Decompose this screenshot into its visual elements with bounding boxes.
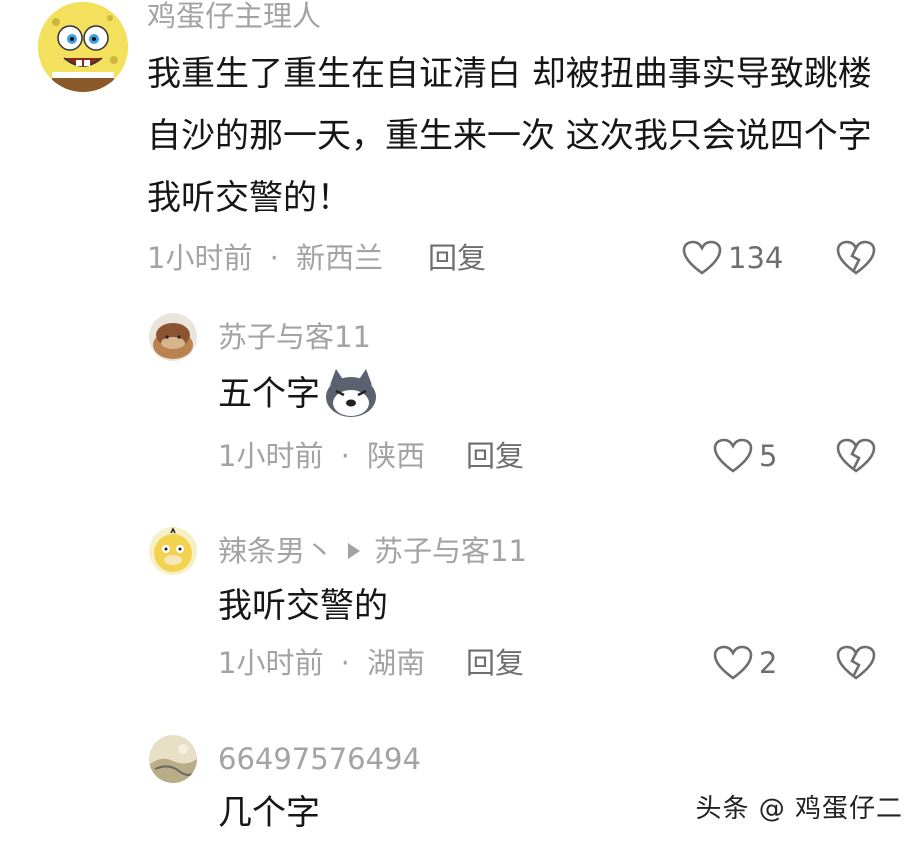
comment-meta: 1小时前 · 陕西: [218, 442, 425, 471]
cat-avatar[interactable]: [149, 313, 197, 361]
heart-icon: [682, 240, 722, 275]
reply-button[interactable]: 回复: [428, 244, 486, 273]
like-count: 5: [759, 438, 778, 473]
comment-username[interactable]: 鸡蛋仔主理人: [147, 2, 321, 31]
comment-content: 我听交警的: [218, 586, 388, 626]
comment-content: 我重生了重生在自证清白 却被扭曲事实导致跳楼自沙的那一天，重生来一次 这次我只会…: [147, 54, 872, 218]
comment-content: 几个字: [218, 793, 320, 833]
reply-arrow-icon: [348, 543, 361, 559]
comment-meta: 1小时前 · 新西兰: [147, 244, 383, 273]
comment-time: 1小时前: [218, 646, 324, 680]
like-button[interactable]: 5: [713, 438, 777, 474]
comment-username: 辣条男丶 苏子与客11: [218, 537, 527, 566]
comment-username[interactable]: 苏子与客11: [218, 323, 371, 352]
meta-separator: ·: [340, 439, 350, 473]
comment-username[interactable]: 66497576494: [218, 745, 421, 774]
heart-icon: [713, 438, 753, 473]
comment-time: 1小时前: [218, 439, 324, 473]
heart-icon: [713, 645, 753, 680]
like-button[interactable]: 134: [682, 240, 783, 276]
comment-meta: 1小时前 · 湖南: [218, 649, 425, 678]
comment-location: 新西兰: [296, 241, 384, 275]
like-count: 2: [759, 645, 778, 680]
reply-author[interactable]: 辣条男丶: [218, 534, 334, 568]
broken-heart-icon: [836, 240, 876, 275]
spongebob-avatar[interactable]: [38, 2, 128, 92]
watermark: 头条 @ 鸡蛋仔二: [695, 794, 903, 824]
like-count: 134: [728, 240, 784, 275]
dislike-button[interactable]: [836, 240, 876, 280]
reply-button[interactable]: 回复: [466, 649, 524, 678]
comment-text: 五个字: [218, 374, 320, 414]
meta-separator: ·: [340, 646, 350, 680]
comment-location: 陕西: [367, 439, 426, 473]
reply-button[interactable]: 回复: [466, 442, 524, 471]
comment-time: 1小时前: [147, 241, 253, 275]
reply-target[interactable]: 苏子与客11: [374, 534, 527, 568]
like-button[interactable]: 2: [713, 645, 777, 681]
broken-heart-icon: [836, 645, 876, 680]
landscape-avatar[interactable]: [149, 735, 197, 783]
dislike-button[interactable]: [836, 438, 876, 478]
broken-heart-icon: [836, 438, 876, 473]
husky-emoji: [326, 369, 376, 417]
meta-separator: ·: [269, 241, 279, 275]
psyduck-avatar[interactable]: [149, 527, 197, 575]
comment-content: 五个字: [218, 363, 380, 425]
comment-location: 湖南: [367, 646, 426, 680]
dislike-button[interactable]: [836, 645, 876, 685]
